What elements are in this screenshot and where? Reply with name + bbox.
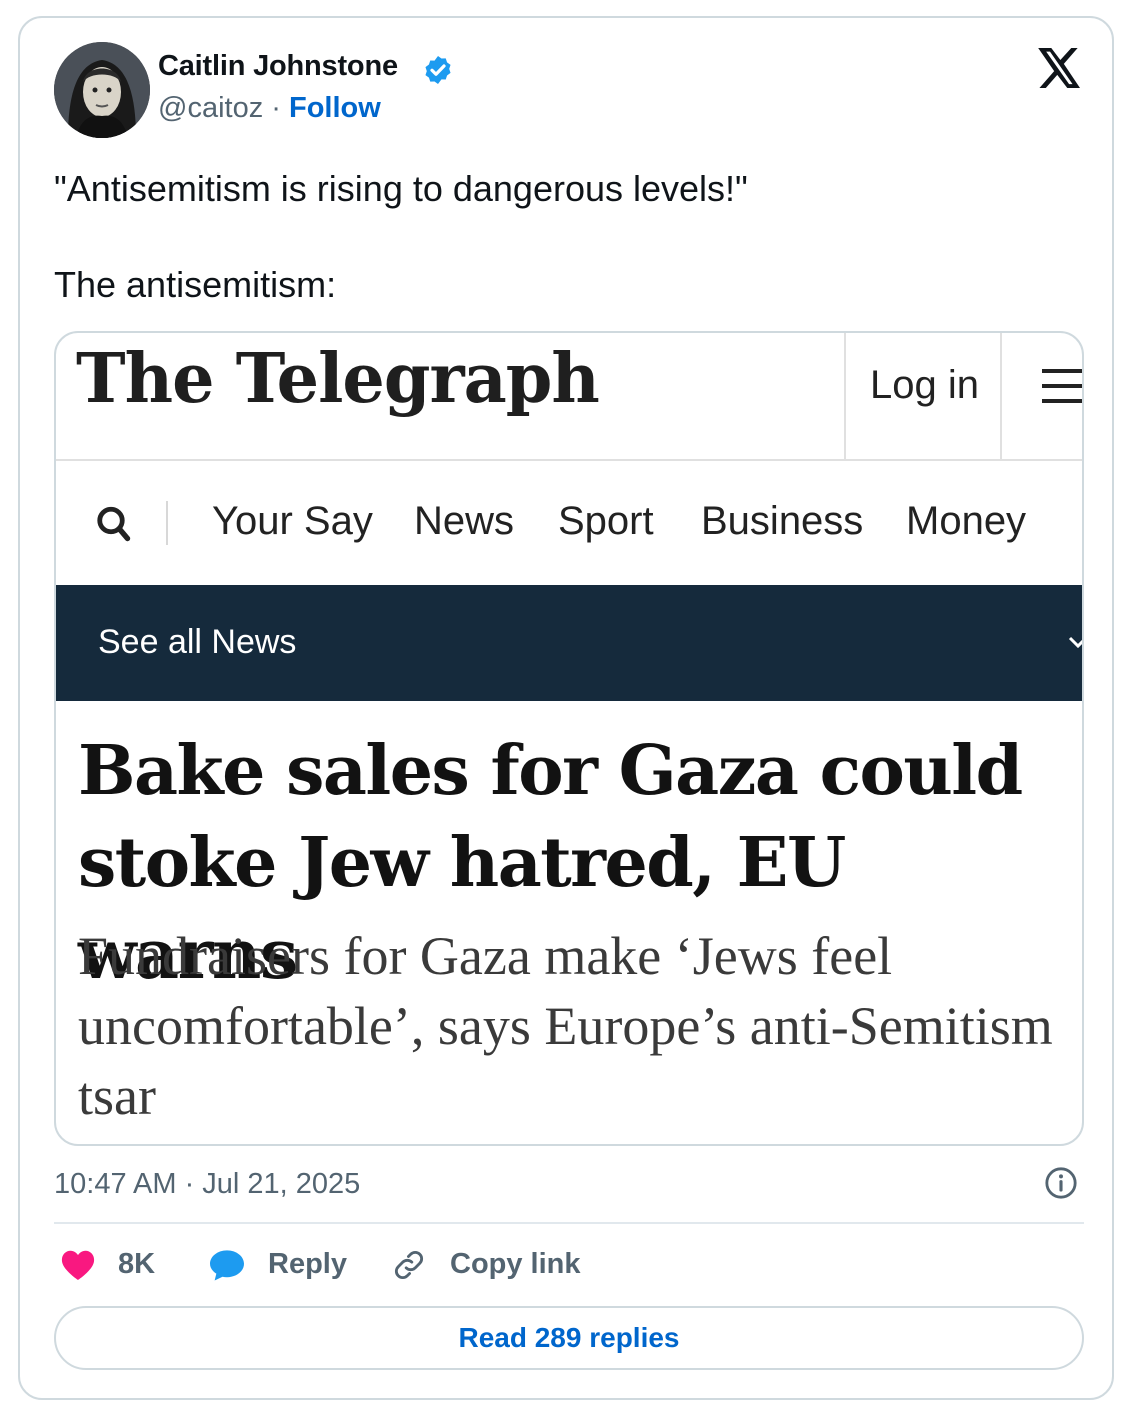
attached-image[interactable]: The Telegraph Log in Your Say News Sport…: [54, 331, 1084, 1146]
telegraph-nav: Your Say News Sport Business Money: [56, 461, 1082, 585]
menu-bar: [1042, 384, 1082, 388]
nav-item-sport[interactable]: Sport: [558, 499, 654, 544]
tweet-text-line-2: The antisemitism:: [54, 264, 337, 305]
speech-bubble-icon: [210, 1250, 244, 1281]
nav-item-your-say[interactable]: Your Say: [212, 499, 373, 544]
nav-item-money[interactable]: Money: [906, 499, 1026, 544]
section-bar[interactable]: See all News: [56, 585, 1084, 701]
verified-badge-icon: [425, 56, 451, 84]
avatar[interactable]: [54, 42, 150, 138]
article-standfirst: Fundraisers for Gaza make ‘Jews feel unc…: [78, 926, 1053, 1126]
nav-item-business[interactable]: Business: [701, 499, 863, 544]
tweet-text-line-1: "Antisemitism is rising to dangerous lev…: [54, 168, 748, 209]
reply-label: Reply: [268, 1248, 347, 1280]
chevron-down-icon[interactable]: [1068, 635, 1084, 649]
like-count: 8K: [118, 1248, 156, 1280]
tweet-timestamp[interactable]: 10:47 AM · Jul 21, 2025: [54, 1168, 360, 1201]
author-handle[interactable]: @caitoz: [158, 92, 263, 124]
login-box: Log in: [844, 333, 1002, 461]
copy-link-button[interactable]: Copy link: [392, 1244, 592, 1288]
section-bar-label[interactable]: See all News: [98, 623, 296, 662]
handle-separator: ·: [271, 92, 281, 124]
menu-bar: [1042, 399, 1082, 403]
like-button[interactable]: 8K: [60, 1244, 170, 1288]
link-icon: [395, 1251, 423, 1279]
nav-divider: [166, 501, 168, 545]
handle-row: @caitoz · Follow: [158, 92, 381, 125]
avatar-illustration: [54, 42, 150, 138]
heart-icon: [61, 1250, 95, 1280]
read-replies-button[interactable]: Read 289 replies: [54, 1306, 1084, 1370]
nav-item-news[interactable]: News: [414, 499, 514, 544]
follow-button[interactable]: Follow: [289, 92, 381, 124]
telegraph-masthead: The Telegraph: [76, 339, 600, 419]
hamburger-menu-icon[interactable]: [1042, 369, 1082, 409]
telegraph-header: The Telegraph Log in: [56, 333, 1082, 461]
tweet-card: Caitlin Johnstone @caitoz · Follow "Anti…: [18, 16, 1114, 1400]
search-icon[interactable]: [96, 505, 132, 545]
x-logo-icon[interactable]: [1038, 48, 1082, 88]
menu-bar: [1042, 369, 1082, 373]
login-link[interactable]: Log in: [870, 363, 979, 408]
author-name[interactable]: Caitlin Johnstone: [158, 50, 398, 83]
reply-button[interactable]: Reply: [208, 1244, 358, 1288]
divider: [54, 1222, 1084, 1224]
copy-link-label: Copy link: [450, 1248, 581, 1280]
info-icon[interactable]: [1044, 1166, 1078, 1200]
